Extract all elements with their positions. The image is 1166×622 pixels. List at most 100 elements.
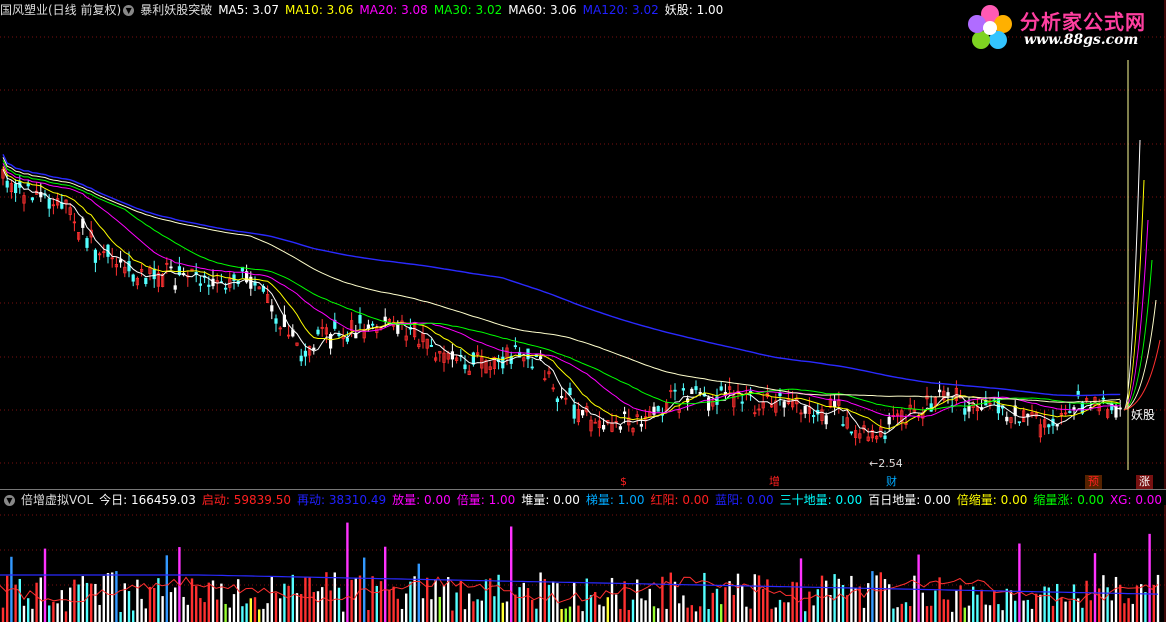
breakout-line — [1123, 139, 1141, 411]
volume-bar — [724, 587, 727, 622]
volume-bar — [644, 600, 647, 622]
volume-bar — [1005, 588, 1008, 622]
candle-body — [26, 183, 30, 187]
volume-bar — [606, 597, 609, 622]
volume-bar — [1030, 608, 1034, 622]
candle-body — [358, 314, 362, 324]
candle-body — [887, 416, 891, 425]
volume-bar — [741, 585, 744, 622]
volume-bar — [749, 608, 752, 622]
volume-bar — [837, 578, 840, 622]
volume-bar — [463, 609, 467, 622]
main-chart-header: 国风塑业(日线 前复权) ▼ 暴利妖股突破 MA5: 3.07 MA10: 3.06 MA… — [0, 0, 735, 20]
volume-bar — [560, 609, 563, 622]
volume-bar — [1014, 600, 1017, 622]
volume-bar — [917, 554, 920, 622]
volume-bar — [43, 548, 47, 622]
volume-bar — [1068, 600, 1071, 622]
volume-bar — [493, 596, 496, 622]
volume-bar — [270, 576, 273, 622]
volume-bar — [232, 594, 236, 622]
volume-bar — [993, 590, 996, 622]
ma-label: 妖股: 1.00 — [664, 3, 724, 17]
volume-bar — [379, 581, 383, 622]
volume-bar — [972, 586, 975, 622]
settings-icon[interactable]: ▼ — [123, 5, 135, 16]
volume-bar — [1035, 593, 1038, 622]
candle-body — [223, 287, 228, 290]
volume-bar — [228, 607, 231, 622]
candle-body — [270, 305, 274, 312]
candle-body — [47, 198, 51, 209]
volume-bar — [308, 577, 311, 622]
volume-bar — [598, 604, 601, 622]
volume-bar — [140, 598, 143, 622]
volume-bar — [384, 546, 387, 622]
volume-bar — [56, 603, 59, 622]
volume-bar — [1152, 584, 1155, 622]
volume-bar — [774, 607, 777, 622]
ma-label: MA120: 3.02 — [582, 3, 659, 17]
candle-body — [299, 355, 303, 362]
volume-bar — [804, 611, 807, 622]
volume-bar — [703, 572, 706, 622]
volume-bar — [161, 596, 164, 622]
volume-bar — [951, 611, 954, 622]
volume-bar — [934, 590, 937, 622]
candle-body — [30, 197, 35, 201]
volume-bar — [707, 609, 710, 622]
volume-bar — [1089, 600, 1092, 622]
volume-bar — [207, 582, 210, 622]
volume-bar — [757, 575, 761, 622]
volume-bar — [921, 592, 924, 622]
candle-body — [131, 274, 135, 282]
volume-bar — [1018, 543, 1021, 622]
volume-bar — [518, 587, 521, 622]
candle-body — [782, 401, 786, 408]
volume-bar — [476, 599, 479, 622]
volume-bar — [220, 583, 223, 622]
candle-body — [690, 388, 694, 395]
volume-bar — [375, 585, 378, 622]
volume-bar — [262, 608, 265, 622]
volume-bar — [48, 605, 51, 622]
volume-bar — [144, 608, 147, 622]
volume-bar — [812, 605, 815, 622]
volume-bar — [1110, 600, 1113, 622]
volume-bar — [237, 579, 240, 622]
volume-bar — [94, 583, 97, 622]
volume-bar — [1060, 597, 1063, 622]
volume-bar — [673, 581, 677, 622]
volume-bar — [1, 607, 5, 622]
volume-bar — [421, 598, 425, 622]
marker-dollar: $ — [620, 475, 627, 488]
volume-bar — [468, 593, 471, 622]
volume-chart[interactable] — [0, 505, 1166, 622]
volume-bar — [363, 557, 366, 622]
volume-bar — [434, 579, 437, 622]
volume-bar — [165, 555, 168, 622]
candle-body — [849, 431, 854, 434]
candle-body — [623, 411, 627, 415]
candle-body — [812, 415, 816, 417]
volume-bar — [610, 577, 614, 622]
volume-bar — [577, 605, 580, 622]
volume-ma-line — [0, 576, 1159, 604]
volume-bar — [199, 598, 202, 622]
volume-bar — [1106, 587, 1109, 622]
volume-bar — [279, 598, 282, 622]
volume-bar — [997, 604, 1000, 622]
volume-bar — [480, 600, 483, 622]
volume-bar — [1051, 605, 1055, 622]
volume-bar — [325, 572, 328, 622]
candle-body — [694, 386, 698, 391]
volume-bar — [371, 576, 374, 622]
volume-bar — [888, 584, 891, 622]
price-chart[interactable] — [0, 0, 1166, 490]
volume-bar — [694, 611, 698, 622]
volume-bar — [1039, 594, 1042, 622]
volume-bar — [648, 588, 651, 622]
volume-bar — [988, 605, 992, 622]
volume-bar — [619, 608, 622, 622]
volume-bar — [690, 605, 693, 622]
